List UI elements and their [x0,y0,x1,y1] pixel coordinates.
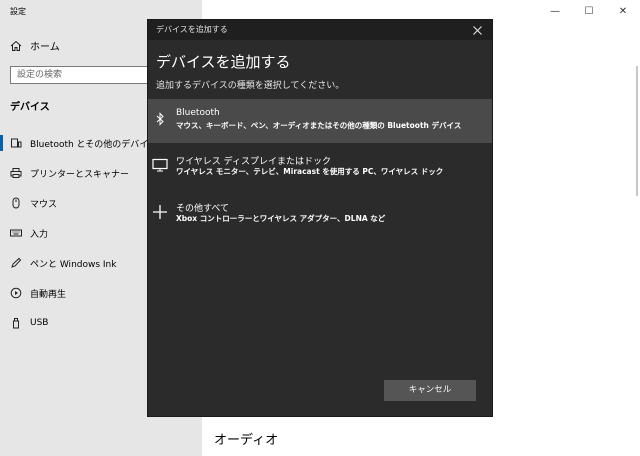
audio-heading: オーディオ [214,433,279,448]
close-window-button[interactable]: ✕ [606,0,640,22]
keyboard-icon [10,227,22,239]
option-title: Bluetooth [176,108,220,118]
sidebar-item-label: マウス [30,199,58,210]
section-title: デバイス [10,102,50,113]
window-title: 設定 [10,7,26,16]
close-icon[interactable] [470,23,484,37]
minimize-button[interactable]: — [538,0,572,22]
sidebar-item-label: プリンターとスキャナー [30,169,130,180]
autoplay-icon [10,287,22,299]
monitor-icon [152,157,168,173]
sidebar-item-label: 自動再生 [30,289,67,300]
sidebar-item-label: Bluetooth とその他のデバイス [30,139,158,150]
dialog-titlebar: デバイスを追加する [148,20,492,40]
bluetooth-devices-icon [10,137,22,149]
window-controls: — ☐ ✕ [538,0,640,22]
maximize-button[interactable]: ☐ [572,0,606,22]
home-label: ホーム [30,42,60,53]
dialog-window-title: デバイスを追加する [156,25,228,34]
search-input[interactable]: 設定の検索 [10,66,160,84]
bluetooth-icon [152,111,168,127]
option-everything-else[interactable]: その他すべて Xbox コントローラーとワイヤレス アダプター、DLNA など [148,192,492,236]
sidebar-item-label: 入力 [30,229,49,240]
usb-icon [10,317,22,329]
cancel-button[interactable]: キャンセル [384,380,476,401]
sidebar-item-label: USB [30,318,49,328]
option-wireless-display[interactable]: ワイヤレス ディスプレイまたはドック ワイヤレス モニター、テレビ、Miraca… [148,145,492,189]
option-description: マウス、キーボード、ペン、オーディオまたはその他の種類の Bluetooth デ… [176,121,462,130]
pen-icon [10,257,22,269]
plus-icon [152,204,168,220]
dialog-heading: デバイスを追加する [156,53,291,71]
home-icon [10,40,22,52]
sidebar-item-label: ペンと Windows Ink [30,259,117,270]
option-bluetooth[interactable]: Bluetooth マウス、キーボード、ペン、オーディオまたはその他の種類の B… [148,99,492,143]
home-nav-item[interactable]: ホーム [10,38,60,53]
option-description: Xbox コントローラーとワイヤレス アダプター、DLNA など [176,214,386,223]
option-description: ワイヤレス モニター、テレビ、Miracast を使用する PC、ワイヤレス ド… [176,167,444,176]
mouse-icon [10,197,22,209]
add-device-dialog: デバイスを追加する デバイスを追加する 追加するデバイスの種類を選択してください… [148,20,492,416]
scrollbar[interactable] [636,66,638,196]
printer-icon [10,167,22,179]
dialog-subtitle: 追加するデバイスの種類を選択してください。 [156,81,345,91]
